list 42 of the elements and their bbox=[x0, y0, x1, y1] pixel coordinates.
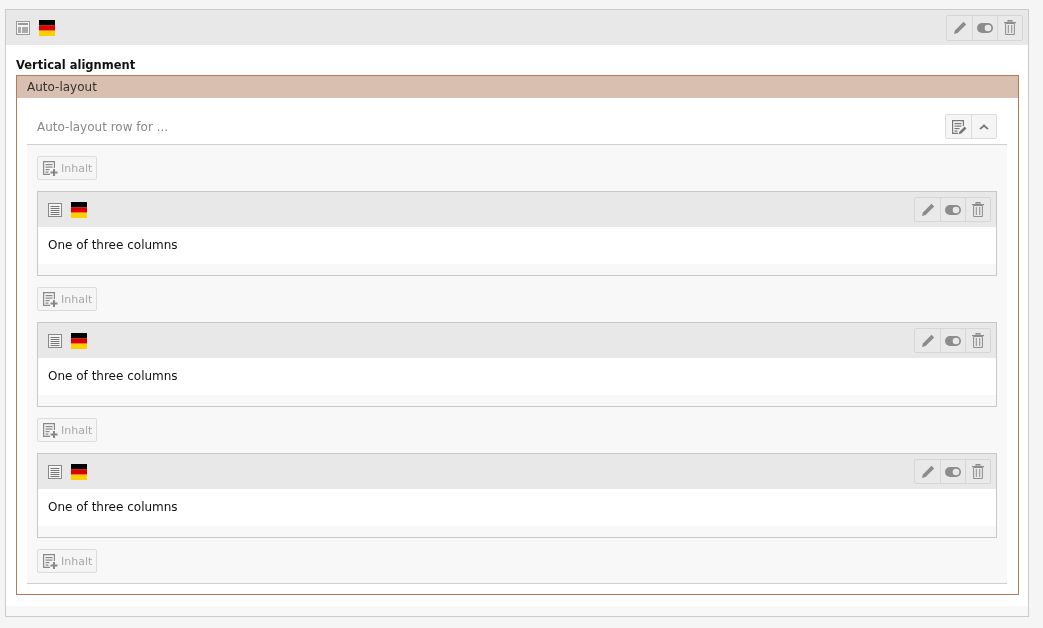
delete-button[interactable] bbox=[965, 198, 990, 221]
trash-icon bbox=[972, 202, 984, 217]
toggle-icon bbox=[977, 22, 993, 33]
pencil-icon bbox=[921, 464, 935, 479]
add-content-icon bbox=[42, 422, 58, 438]
add-content-button[interactable]: Inhalt bbox=[37, 418, 98, 442]
flag-icon bbox=[71, 332, 87, 349]
flag-icon bbox=[71, 201, 87, 218]
edit-row-button[interactable] bbox=[946, 115, 971, 138]
text-document-icon bbox=[48, 333, 62, 348]
layout-icon bbox=[16, 20, 30, 35]
element-text: One of three columns bbox=[48, 238, 178, 252]
row-label: Auto-layout row for ... bbox=[37, 119, 169, 134]
pencil-icon bbox=[953, 20, 967, 35]
toggle-icon bbox=[945, 335, 961, 346]
add-content-icon bbox=[42, 291, 58, 307]
element-text: One of three columns bbox=[48, 500, 178, 514]
text-document-icon bbox=[48, 202, 62, 217]
section-title: Vertical alignment bbox=[16, 57, 137, 74]
pencil-icon bbox=[921, 202, 935, 217]
edit-document-icon bbox=[951, 118, 967, 135]
add-content-icon bbox=[42, 553, 58, 569]
add-content-button[interactable]: Inhalt bbox=[37, 156, 98, 180]
flag-icon bbox=[39, 19, 55, 36]
trash-icon bbox=[972, 464, 984, 479]
toggle-icon bbox=[945, 204, 961, 215]
flag-icon bbox=[71, 463, 87, 480]
collapse-button[interactable] bbox=[971, 115, 996, 138]
add-content-button[interactable]: Inhalt bbox=[37, 287, 98, 311]
add-content-button[interactable]: Inhalt bbox=[37, 549, 98, 573]
toggle-icon bbox=[945, 466, 961, 477]
delete-button[interactable] bbox=[965, 329, 990, 352]
chevron-up-icon bbox=[979, 123, 989, 130]
add-content-icon bbox=[42, 160, 58, 176]
delete-button[interactable] bbox=[997, 15, 1022, 40]
trash-icon bbox=[1004, 20, 1016, 35]
pencil-icon bbox=[921, 333, 935, 348]
trash-icon bbox=[972, 333, 984, 348]
delete-button[interactable] bbox=[965, 460, 990, 483]
element-text: One of three columns bbox=[48, 369, 178, 383]
text-document-icon bbox=[48, 464, 62, 479]
container-title: Auto-layout bbox=[27, 80, 97, 94]
